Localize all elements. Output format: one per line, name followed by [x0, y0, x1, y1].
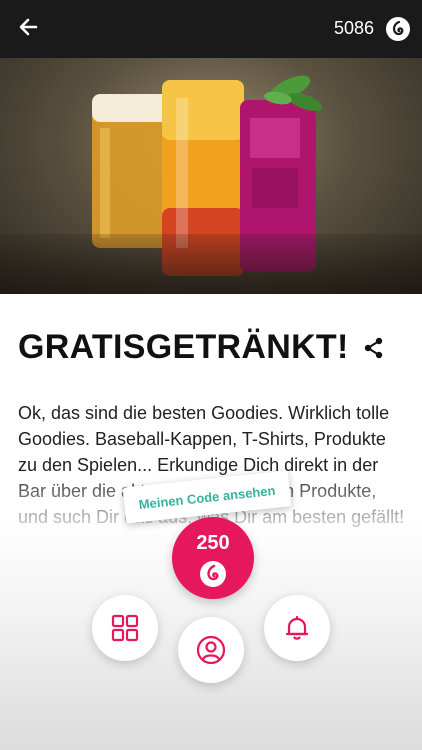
catalog-button[interactable] [92, 595, 158, 661]
arrow-left-icon [19, 18, 38, 36]
notifications-button[interactable] [264, 595, 330, 661]
profile-button[interactable] [178, 617, 244, 683]
redeem-button[interactable]: 250 [172, 517, 254, 599]
share-button[interactable] [362, 336, 386, 360]
grid-icon [111, 614, 139, 642]
coin-icon [386, 17, 410, 41]
back-button[interactable] [14, 12, 44, 42]
coin-icon [200, 561, 226, 587]
bell-icon [285, 615, 309, 640]
points-balance: 5086 [333, 18, 374, 38]
hero-image [0, 58, 422, 294]
reward-title: GRATISGETRÄNKT! [18, 328, 349, 366]
top-bar: 5086 [0, 0, 422, 58]
hero-shadow [0, 234, 422, 294]
share-icon [364, 337, 383, 359]
price-value: 250 [196, 532, 230, 554]
profile-icon [196, 635, 226, 665]
